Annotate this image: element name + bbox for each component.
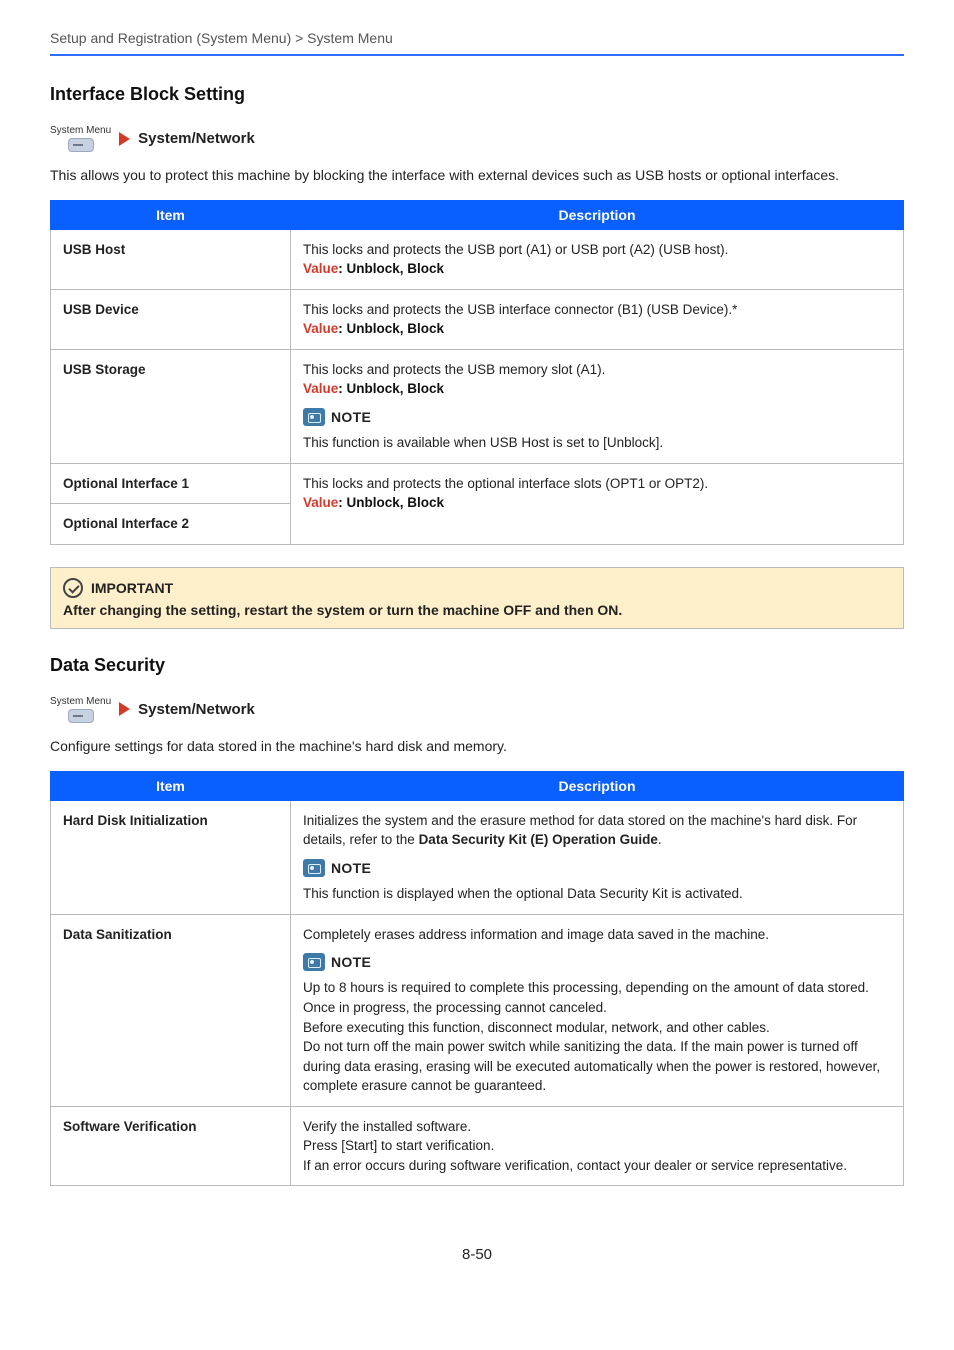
cell-usb-storage-name: USB Storage bbox=[51, 349, 291, 463]
note-label-2: NOTE bbox=[331, 858, 371, 878]
usb-device-desc-text: This locks and protects the USB interfac… bbox=[303, 300, 891, 320]
row-softver: Software Verification Verify the install… bbox=[51, 1106, 904, 1186]
sanit-note-l1: Up to 8 hours is required to complete th… bbox=[303, 978, 891, 998]
th-desc-1: Description bbox=[291, 200, 904, 229]
value-options-3: Unblock, Block bbox=[347, 381, 445, 396]
page-number: 8-50 bbox=[50, 1246, 904, 1263]
cell-sanit-desc: Completely erases address information an… bbox=[291, 914, 904, 1106]
th-item-2: Item bbox=[51, 771, 291, 800]
cell-hdi-desc: Initializes the system and the erasure m… bbox=[291, 800, 904, 914]
check-circle-icon bbox=[63, 578, 83, 598]
system-menu-icon: System Menu bbox=[50, 696, 111, 723]
table-interface-block: Item Description USB Host This locks and… bbox=[50, 200, 904, 545]
important-body: After changing the setting, restart the … bbox=[63, 602, 891, 618]
table-data-security: Item Description Hard Disk Initializatio… bbox=[50, 771, 904, 1187]
intro-data-security: Configure settings for data stored in th… bbox=[50, 737, 904, 757]
usb-storage-desc-text: This locks and protects the USB memory s… bbox=[303, 360, 891, 380]
system-menu-icon: System Menu bbox=[50, 125, 111, 152]
cell-usb-device-name: USB Device bbox=[51, 289, 291, 349]
value-options-2: Unblock, Block bbox=[347, 321, 445, 336]
cell-hdi-name: Hard Disk Initialization bbox=[51, 800, 291, 914]
value-label-3: Value bbox=[303, 381, 338, 396]
value-options-4: Unblock, Block bbox=[347, 495, 445, 510]
th-desc-2: Description bbox=[291, 771, 904, 800]
row-usb-device: USB Device This locks and protects the U… bbox=[51, 289, 904, 349]
cell-softver-name: Software Verification bbox=[51, 1106, 291, 1186]
row-usb-storage: USB Storage This locks and protects the … bbox=[51, 349, 904, 463]
nav-row-interface-block: System Menu System/Network bbox=[50, 125, 904, 152]
softver-l2: Press [Start] to start verification. bbox=[303, 1136, 891, 1156]
sanit-note-l3: Before executing this function, disconne… bbox=[303, 1018, 891, 1038]
section-title-interface-block: Interface Block Setting bbox=[50, 84, 904, 105]
usb-storage-note-body: This function is available when USB Host… bbox=[303, 433, 891, 453]
cell-usb-host-name: USB Host bbox=[51, 229, 291, 289]
section-title-data-security: Data Security bbox=[50, 655, 904, 676]
hdi-desc-post: . bbox=[658, 832, 662, 847]
sanit-desc-top: Completely erases address information an… bbox=[303, 925, 891, 945]
cell-opt-desc: This locks and protects the optional int… bbox=[291, 463, 904, 544]
opt-desc-text: This locks and protects the optional int… bbox=[303, 474, 891, 494]
note-label-1: NOTE bbox=[331, 407, 371, 427]
th-item-1: Item bbox=[51, 200, 291, 229]
cell-opt1-name: Optional Interface 1 bbox=[51, 463, 291, 504]
breadcrumb: Setup and Registration (System Menu) > S… bbox=[50, 30, 904, 56]
note-icon bbox=[303, 953, 325, 971]
usb-host-desc-text: This locks and protects the USB port (A1… bbox=[303, 240, 891, 260]
important-label: IMPORTANT bbox=[91, 580, 173, 596]
hdi-note-body: This function is displayed when the opti… bbox=[303, 884, 891, 904]
system-menu-icon-label: System Menu bbox=[50, 125, 111, 136]
intro-interface-block: This allows you to protect this machine … bbox=[50, 166, 904, 186]
note-label-3: NOTE bbox=[331, 952, 371, 972]
cell-usb-host-desc: This locks and protects the USB port (A1… bbox=[291, 229, 904, 289]
cell-softver-desc: Verify the installed software. Press [St… bbox=[291, 1106, 904, 1186]
row-usb-host: USB Host This locks and protects the USB… bbox=[51, 229, 904, 289]
value-label-2: Value bbox=[303, 321, 338, 336]
value-label-4: Value bbox=[303, 495, 338, 510]
nav-label-sysnetwork-2: System/Network bbox=[138, 701, 255, 718]
value-options-1: Unblock, Block bbox=[347, 261, 445, 276]
note-icon bbox=[303, 408, 325, 426]
hdi-desc-bold: Data Security Kit (E) Operation Guide bbox=[419, 832, 658, 847]
nav-label-sysnetwork-1: System/Network bbox=[138, 130, 255, 147]
sanit-note-l4: Do not turn off the main power switch wh… bbox=[303, 1037, 891, 1096]
row-opt1: Optional Interface 1 This locks and prot… bbox=[51, 463, 904, 504]
arrow-right-icon bbox=[119, 702, 130, 716]
softver-l1: Verify the installed software. bbox=[303, 1117, 891, 1137]
sanit-note-l2: Once in progress, the processing cannot … bbox=[303, 998, 891, 1018]
cell-opt2-name: Optional Interface 2 bbox=[51, 504, 291, 545]
cell-sanit-name: Data Sanitization bbox=[51, 914, 291, 1106]
value-label-1: Value bbox=[303, 261, 338, 276]
row-hdi: Hard Disk Initialization Initializes the… bbox=[51, 800, 904, 914]
nav-row-data-security: System Menu System/Network bbox=[50, 696, 904, 723]
cell-usb-device-desc: This locks and protects the USB interfac… bbox=[291, 289, 904, 349]
note-icon bbox=[303, 859, 325, 877]
important-box: IMPORTANT After changing the setting, re… bbox=[50, 567, 904, 629]
row-sanit: Data Sanitization Completely erases addr… bbox=[51, 914, 904, 1106]
softver-l3: If an error occurs during software verif… bbox=[303, 1156, 891, 1176]
cell-usb-storage-desc: This locks and protects the USB memory s… bbox=[291, 349, 904, 463]
arrow-right-icon bbox=[119, 132, 130, 146]
system-menu-icon-label: System Menu bbox=[50, 696, 111, 707]
